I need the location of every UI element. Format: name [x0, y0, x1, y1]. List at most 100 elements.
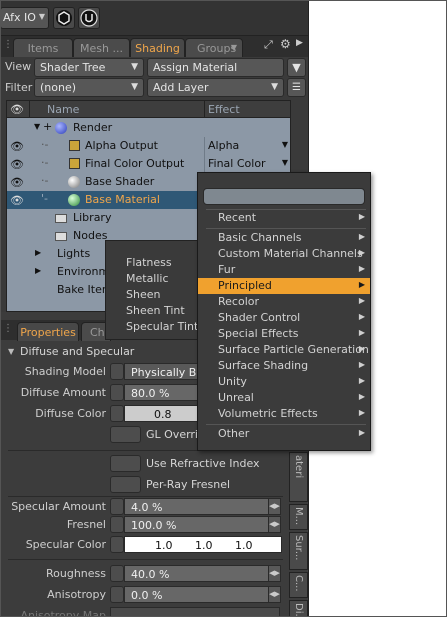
spin-arrows-icon[interactable]: ◀▶ [268, 565, 281, 582]
tree-connector: ·- [41, 138, 49, 151]
menu-item-special-effects[interactable]: Special Effects ▶ [198, 326, 370, 342]
chevron-down-icon: ▼ [38, 12, 45, 21]
expand-arrow-icon[interactable]: ▶ [35, 266, 41, 275]
tab-items[interactable]: Items [13, 38, 73, 57]
menu-item-recolor[interactable]: Recolor ▶ [198, 294, 370, 310]
shader-ball-icon [68, 176, 80, 188]
fresnel-label: Fresnel [66, 518, 106, 531]
specular-color-field[interactable]: 1.0 1.0 1.0 [124, 536, 282, 553]
menu-item-principled[interactable]: Principled ▶ [198, 278, 370, 294]
channel-link-button[interactable] [110, 498, 124, 515]
specular-color-label: Specular Color [25, 538, 106, 551]
layout-dropdown[interactable]: Afx IO ▼ [0, 7, 49, 29]
side-tab-c[interactable]: C... [289, 572, 308, 598]
menu-item-other[interactable]: Other ▶ [198, 426, 370, 442]
grip-icon[interactable]: ⋮ [3, 323, 13, 334]
menu-item-unity[interactable]: Unity ▶ [198, 374, 370, 390]
view-dropdown[interactable]: Shader Tree ▼ [34, 58, 144, 77]
collapse-arrow-icon[interactable]: ▼ [8, 347, 14, 356]
fresnel-field[interactable]: 100.0 % [124, 516, 269, 533]
menu-item-surface-particle-generation[interactable]: Surface Particle Generation ▶ [198, 342, 370, 358]
menu-divider [206, 228, 366, 229]
spin-arrows-icon[interactable]: ◀▶ [268, 516, 281, 533]
menu-item-fur[interactable]: Fur ▶ [198, 262, 370, 278]
use-refractive-index-checkbox[interactable] [110, 455, 141, 472]
output-image-icon [69, 158, 80, 169]
chevron-down-icon: ▼ [131, 82, 138, 92]
expand-icon[interactable]: ⤢ [264, 38, 273, 52]
principled-submenu: Flatness Metallic Sheen Sheen Tint Specu… [105, 240, 204, 340]
eye-icon[interactable]: 👁 [10, 158, 24, 171]
unity-logo-button[interactable] [53, 7, 75, 29]
side-tab-surface[interactable]: Sur... [289, 532, 308, 570]
tab-properties[interactable]: Properties [17, 322, 79, 341]
menu-item-shader-control[interactable]: Shader Control ▶ [198, 310, 370, 326]
menu-item-basic-channels[interactable]: Basic Channels ▶ [198, 230, 370, 246]
anisotropy-field[interactable]: 0.0 % [124, 586, 269, 603]
tree-row-final-color-output[interactable]: 👁 ·- Final Color Output Final Color ▼ [7, 155, 292, 173]
visibility-header-icon: 👁 [10, 103, 24, 116]
channel-link-button[interactable] [110, 384, 124, 401]
roughness-field[interactable]: 40.0 % [124, 565, 269, 582]
options-button[interactable]: ☰ [287, 78, 306, 97]
eye-icon[interactable]: 👁 [10, 194, 24, 207]
spin-arrows-icon[interactable]: ◀▶ [268, 586, 281, 603]
effect-column-header[interactable]: Effect [208, 103, 240, 116]
effect-dropdown[interactable]: Final Color ▼ [204, 155, 292, 173]
tab-groups[interactable]: Groups ▼ [185, 38, 243, 57]
name-column-header[interactable]: Name [47, 103, 79, 116]
side-tab-m[interactable]: M... [289, 504, 308, 530]
divider [8, 559, 283, 560]
menu-search-input[interactable] [203, 188, 365, 205]
folder-icon [55, 232, 67, 241]
section-header[interactable]: Diffuse and Specular [20, 345, 134, 358]
spin-arrows-icon[interactable]: ◀▶ [268, 498, 281, 515]
assign-material-button[interactable]: Assign Material [147, 58, 284, 77]
tree-row-render[interactable]: ▼ + Render [7, 119, 292, 137]
unity-logo-icon [56, 10, 72, 26]
unreal-logo-icon [80, 9, 98, 27]
submenu-arrow-icon: ▶ [358, 212, 365, 221]
add-layer-dropdown[interactable]: Add Layer ▼ [147, 78, 284, 97]
channel-link-button[interactable] [110, 586, 124, 603]
eye-icon[interactable]: 👁 [10, 140, 24, 153]
filter-dropdown[interactable]: (none) ▼ [34, 78, 144, 97]
anisotropy-map-label: Anisotropy Map [20, 609, 106, 617]
menu-item-recent[interactable]: Recent ▶ [198, 210, 370, 226]
channel-link-button[interactable] [110, 536, 124, 553]
gl-override-checkbox[interactable] [110, 426, 141, 443]
channel-link-button[interactable] [110, 405, 124, 422]
shading-model-label: Shading Model [24, 365, 106, 378]
channel-link-button[interactable] [110, 565, 124, 582]
expand-arrow-icon[interactable]: ▼ [34, 122, 40, 131]
filter-button[interactable]: ▼ [287, 58, 306, 77]
expand-arrow-icon[interactable]: ▶ [35, 248, 41, 257]
gear-icon[interactable]: ⚙ [280, 37, 291, 51]
channel-link-button[interactable] [110, 516, 124, 533]
side-tab-d[interactable]: Di... [289, 600, 308, 617]
side-tab-material[interactable]: ateri [289, 452, 308, 502]
menu-arrow-icon[interactable]: ▶ [296, 38, 303, 48]
anisotropy-map-dropdown[interactable] [110, 607, 280, 617]
unreal-logo-button[interactable] [78, 7, 100, 29]
channel-link-button[interactable] [110, 363, 124, 380]
use-refractive-index-label: Use Refractive Index [146, 457, 260, 470]
eye-icon[interactable]: 👁 [10, 176, 24, 189]
menu-item-unreal[interactable]: Unreal ▶ [198, 390, 370, 406]
effect-dropdown[interactable]: Alpha ▼ [204, 137, 292, 155]
menu-item-volumetric-effects[interactable]: Volumetric Effects ▶ [198, 406, 370, 422]
tree-row-alpha-output[interactable]: 👁 ·- Alpha Output Alpha ▼ [7, 137, 292, 155]
specular-amount-field[interactable]: 4.0 % [124, 498, 269, 515]
panel-tabs: ⋮ Items Mesh ... Shading Groups ▼ ⤢ ⚙ ▶ [0, 36, 308, 57]
tab-mesh[interactable]: Mesh ... [73, 38, 130, 57]
menu-item-custom-material-channels[interactable]: Custom Material Channels ▶ [198, 246, 370, 262]
grip-icon[interactable]: ⋮ [3, 39, 13, 50]
submenu-arrow-icon: ▶ [358, 360, 365, 369]
roughness-label: Roughness [45, 567, 106, 580]
list-icon: ☰ [292, 82, 301, 93]
per-ray-fresnel-checkbox[interactable] [110, 476, 141, 493]
chevron-down-icon: ▼ [271, 82, 278, 92]
menu-item-surface-shading[interactable]: Surface Shading ▶ [198, 358, 370, 374]
chevron-down-icon: ▼ [281, 140, 288, 149]
tab-shading[interactable]: Shading [130, 38, 185, 57]
